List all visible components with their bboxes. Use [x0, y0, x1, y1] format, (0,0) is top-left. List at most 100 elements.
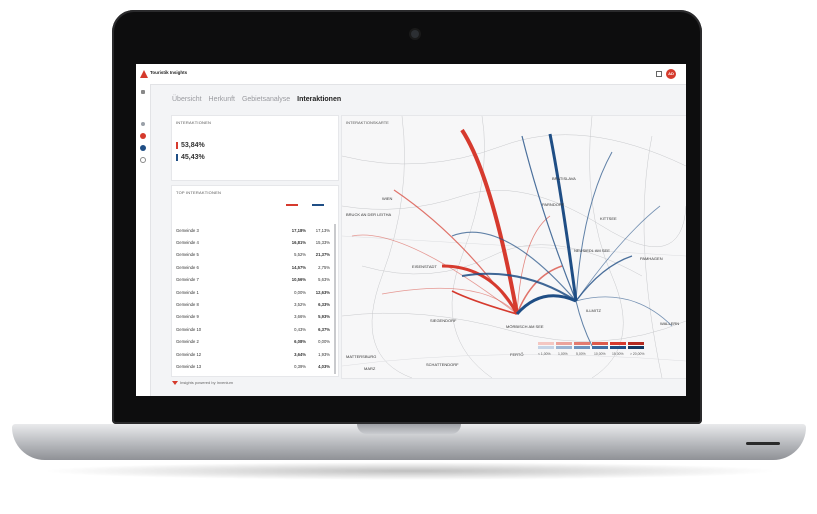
- table-cell-blue: 6,37%: [318, 326, 330, 332]
- town-label: PARNDORF: [542, 202, 565, 207]
- table-cell-blue: 15,33%: [315, 240, 330, 246]
- table-cell-name: Gemeinde 3: [176, 227, 199, 233]
- legend-swatch: [574, 342, 590, 345]
- brand-logo-icon[interactable]: [140, 70, 148, 78]
- tab-bar: Übersicht Herkunft Gebietsanalyse Intera…: [172, 96, 346, 103]
- table-row[interactable]: Gemeinde 6 14,57% 2,75%: [176, 261, 330, 273]
- panel-title: INTERAKTIONEN: [176, 120, 212, 125]
- blue-series-toggle[interactable]: [140, 145, 146, 151]
- table-row[interactable]: Gemeinde 7 10,56% 5,63%: [176, 274, 330, 286]
- table-cell-blue: 4,03%: [318, 363, 330, 369]
- table-cell-name: Gemeinde 13: [176, 363, 202, 369]
- table-cell-blue: 12,63%: [315, 289, 330, 295]
- menu-icon[interactable]: [141, 90, 145, 94]
- settings-icon[interactable]: [140, 157, 146, 163]
- tab-interaktionen[interactable]: Interaktionen: [297, 96, 341, 103]
- legend-label: < 1,00%: [538, 352, 551, 356]
- panel-title: TOP INTERAKTIONEN: [176, 190, 222, 195]
- table-cell-name: Gemeinde 10: [176, 326, 202, 332]
- town-label: MÖRBISCH AM SEE: [506, 324, 544, 329]
- legend-swatch: [538, 342, 554, 345]
- blue-share-value: 45,43%: [176, 154, 205, 161]
- table-row[interactable]: Gemeinde 1 0,00% 12,63%: [176, 286, 330, 298]
- powered-by-logo-icon: [172, 380, 178, 385]
- tab-uebersicht[interactable]: Übersicht: [172, 96, 202, 103]
- table-row[interactable]: Gemeinde 2 6,08% 0,00%: [176, 336, 330, 348]
- blue-legend-mark: [312, 204, 324, 206]
- table-cell-red: 10,56%: [291, 277, 306, 283]
- table-cell-red: 16,81%: [291, 240, 306, 246]
- scrollbar[interactable]: [334, 224, 336, 374]
- table-cell-blue: 2,75%: [318, 264, 330, 270]
- town-label: BRUCK AN DER LEITHA: [346, 212, 392, 217]
- table-row[interactable]: Gemeinde 3 17,18% 17,13%: [176, 224, 330, 236]
- table-row[interactable]: Gemeinde 10 0,43% 6,37%: [176, 323, 330, 335]
- table-cell-name: Gemeinde 1: [176, 289, 199, 295]
- legend-swatch: [610, 346, 626, 349]
- legend-swatch: [556, 346, 572, 349]
- laptop-port: [746, 442, 780, 445]
- top-interaktionen-table: Gemeinde 3 17,18% 17,13% Gemeinde 4 16,81% 15…: [176, 224, 330, 373]
- table-cell-name: Gemeinde 5: [176, 252, 199, 258]
- legend-swatch: [592, 342, 608, 345]
- brand-name: Touristik Insights: [150, 70, 188, 75]
- legend-swatch: [538, 346, 554, 349]
- town-label: ILLMITZ: [586, 308, 601, 313]
- star-icon[interactable]: [141, 122, 145, 126]
- laptop-shadow: [40, 462, 780, 480]
- webcam: [411, 30, 419, 38]
- table-row[interactable]: Gemeinde 5 5,52% 21,37%: [176, 249, 330, 261]
- town-label: BRATISLAVA: [552, 176, 576, 181]
- table-cell-name: Gemeinde 4: [176, 240, 199, 246]
- table-cell-red: 0,43%: [294, 326, 306, 332]
- legend-swatch: [556, 342, 572, 345]
- table-cell-name: Gemeinde 12: [176, 351, 202, 357]
- tab-herkunft[interactable]: Herkunft: [209, 96, 235, 103]
- table-row[interactable]: Gemeinde 4 16,81% 15,33%: [176, 236, 330, 248]
- town-label: MARZ: [364, 366, 376, 371]
- table-cell-red: 5,52%: [294, 252, 306, 258]
- table-cell-name: Gemeinde 6: [176, 264, 199, 270]
- legend-swatch: [592, 346, 608, 349]
- map-svg[interactable]: [342, 116, 686, 378]
- table-cell-red: 3,52%: [294, 302, 306, 308]
- town-label: MATTERSBURG: [346, 354, 377, 359]
- town-label: FERTŐ: [510, 352, 524, 357]
- apps-grid-icon[interactable]: [656, 71, 662, 77]
- footer: Insights powered by Invenium: [172, 380, 233, 385]
- town-label: EISENSTADT: [412, 264, 437, 269]
- red-legend-mark: [286, 204, 298, 206]
- legend-swatch: [574, 346, 590, 349]
- table-cell-red: 6,08%: [294, 339, 306, 345]
- top-bar: Touristik Insights AD: [136, 64, 686, 85]
- town-label: PAMHAGEN: [640, 256, 663, 261]
- interaktionen-panel: INTERAKTIONEN 53,84% 45,43%: [172, 116, 338, 180]
- table-cell-name: Gemeinde 2: [176, 339, 199, 345]
- table-cell-blue: 5,93%: [318, 314, 330, 320]
- table-cell-blue: 17,13%: [315, 227, 330, 233]
- table-cell-blue: 5,63%: [318, 277, 330, 283]
- table-cell-name: Gemeinde 7: [176, 277, 199, 283]
- tab-gebietsanalyse[interactable]: Gebietsanalyse: [242, 96, 290, 103]
- table-row[interactable]: Gemeinde 12 3,64% 1,93%: [176, 348, 330, 360]
- table-cell-red: 14,57%: [291, 264, 306, 270]
- table-cell-red: 17,18%: [291, 227, 306, 233]
- town-label: WALLERN: [660, 321, 680, 326]
- table-row[interactable]: Gemeinde 8 3,52% 6,33%: [176, 298, 330, 310]
- legend-label: 15,00%: [612, 352, 624, 356]
- avatar[interactable]: AD: [666, 69, 676, 79]
- table-cell-blue: 0,00%: [318, 339, 330, 345]
- table-row[interactable]: Gemeinde 9 3,66% 5,93%: [176, 311, 330, 323]
- table-cell-blue: 6,33%: [318, 302, 330, 308]
- table-cell-blue: 21,37%: [315, 252, 330, 258]
- top-interaktionen-panel: TOP INTERAKTIONEN Gemeinde 3 17,18% 17,13%…: [172, 186, 338, 376]
- table-cell-name: Gemeinde 8: [176, 302, 199, 308]
- table-cell-red: 3,64%: [294, 351, 306, 357]
- table-cell-blue: 1,93%: [318, 351, 330, 357]
- table-cell-red: 0,39%: [294, 363, 306, 369]
- legend-swatch: [628, 342, 644, 345]
- table-row[interactable]: Gemeinde 13 0,39% 4,03%: [176, 360, 330, 372]
- town-label: WIEN: [382, 196, 393, 201]
- interaktionskarte-panel: INTERAKTIONSKARTE BRATISLAVA EISENSTADT …: [342, 116, 686, 378]
- red-series-toggle[interactable]: [140, 133, 146, 139]
